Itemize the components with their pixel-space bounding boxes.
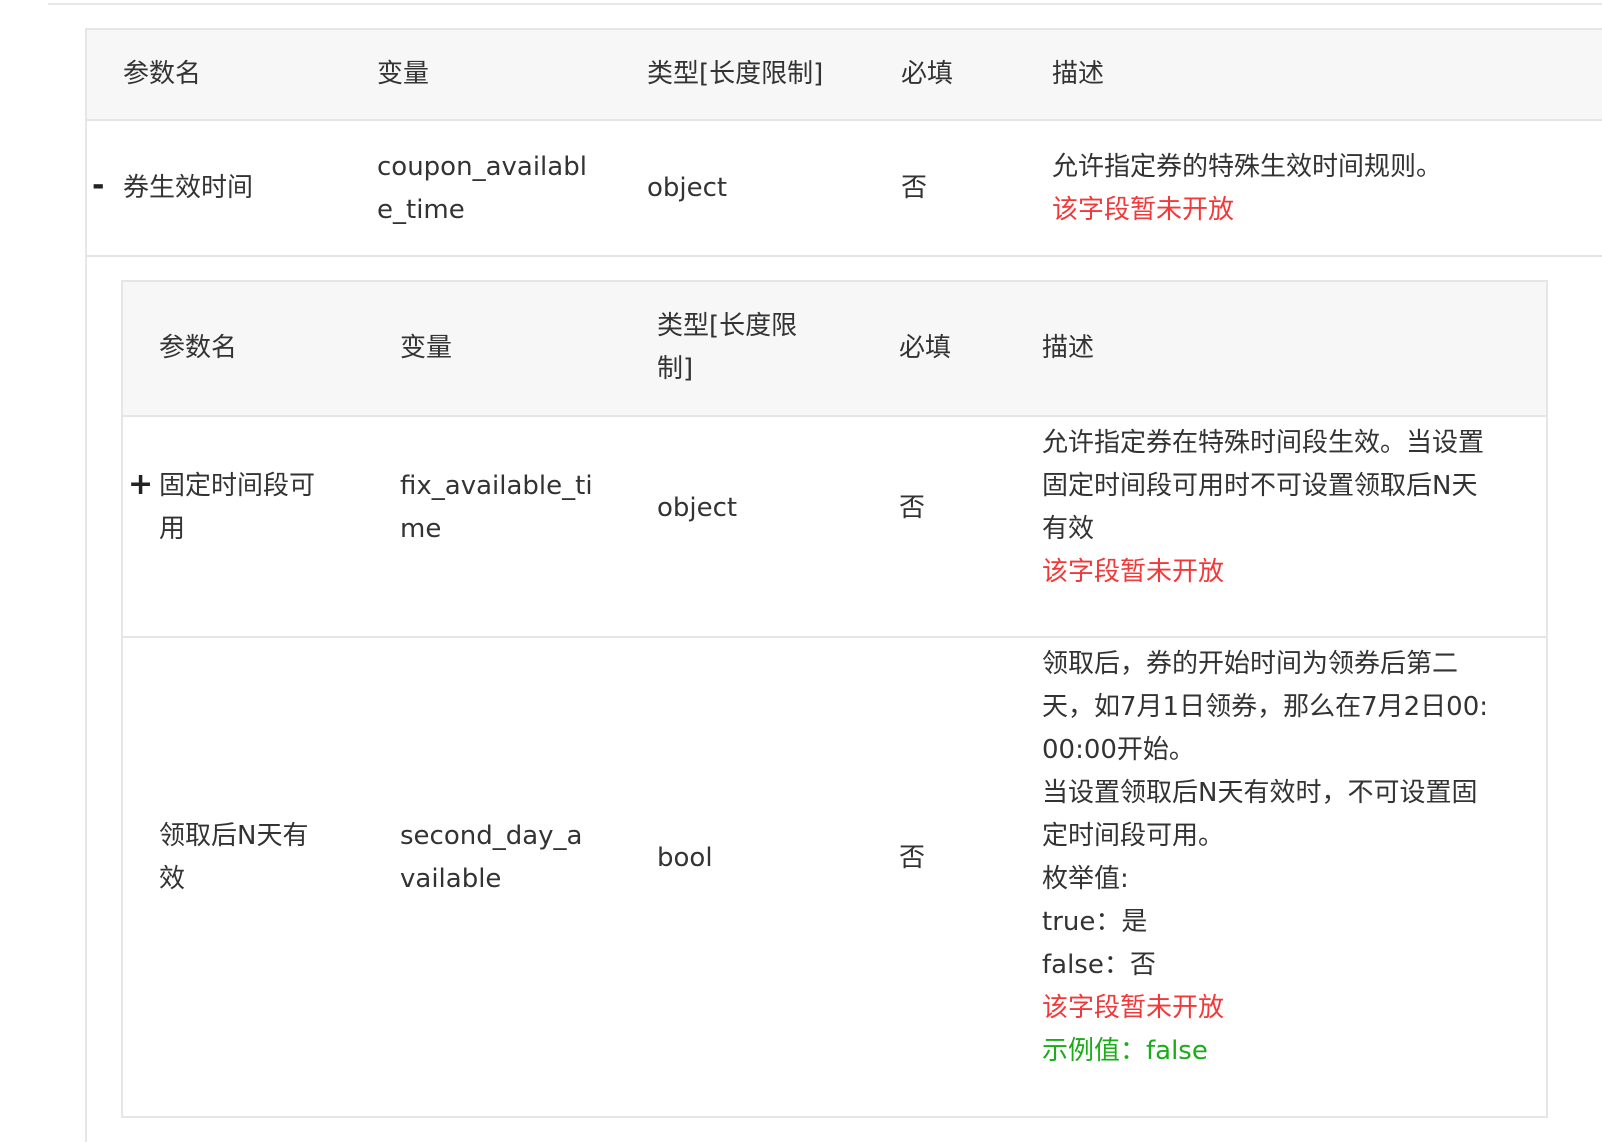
table-row-second-day-available: 领取后N天有 效 second_day_a vailable bool 否 领取…	[123, 638, 1546, 1118]
param-variable-line1: second_day_a	[400, 821, 583, 851]
param-type: object	[647, 173, 728, 203]
header-required: 必填	[901, 59, 954, 89]
param-description-line1: 领取后，券的开始时间为领券后第二	[1042, 649, 1459, 679]
param-description-line3: 00:00开始。	[1042, 735, 1195, 765]
header-description: 描述	[1052, 59, 1105, 89]
nested-header-variable: 变量	[400, 333, 453, 363]
param-description-line4: 当设置领取后N天有效时，不可设置固	[1042, 778, 1478, 808]
param-required: 否	[901, 173, 928, 203]
header-type: 类型[长度限制]	[647, 59, 824, 89]
header-variable: 变量	[377, 59, 430, 89]
nested-header-type-line1: 类型[长度限	[657, 311, 798, 341]
param-description-line1: 允许指定券在特殊时间段生效。当设置	[1042, 428, 1485, 458]
table-row-fix-available-time: + 固定时间段可 用 fix_available_ti me object 否 …	[123, 417, 1546, 638]
param-name-line2: 效	[159, 864, 186, 894]
param-description-line2: 固定时间段可用时不可设置领取后N天	[1042, 471, 1478, 501]
table-header: 参数名 变量 类型[长度限制] 必填 描述	[87, 30, 1602, 121]
nested-header-description: 描述	[1042, 333, 1095, 363]
header-name: 参数名	[123, 59, 202, 89]
nested-header-name: 参数名	[159, 333, 238, 363]
param-description-line3: 有效	[1042, 514, 1095, 544]
param-description-line5: 定时间段可用。	[1042, 821, 1225, 851]
table-row-coupon-available-time: - 券生效时间 coupon_availabl e_time object 否 …	[87, 121, 1602, 257]
top-divider	[48, 0, 1602, 5]
param-variable-line1: fix_available_ti	[400, 471, 593, 501]
param-description-line2: 天，如7月1日领券，那么在7月2日00:	[1042, 692, 1489, 722]
param-enum-true: true：是	[1042, 907, 1148, 937]
param-variable-line2: e_time	[377, 195, 465, 225]
param-notice: 该字段暂未开放	[1042, 557, 1225, 587]
expand-toggle-icon[interactable]: +	[128, 465, 153, 505]
nested-header-required: 必填	[899, 333, 952, 363]
param-required: 否	[899, 843, 926, 873]
param-notice: 该字段暂未开放	[1052, 195, 1235, 225]
param-variable-line2: me	[400, 514, 442, 544]
param-notice: 该字段暂未开放	[1042, 993, 1225, 1023]
param-example-value: 示例值：false	[1042, 1036, 1208, 1066]
param-type: object	[657, 493, 738, 523]
nested-table-header: 参数名 变量 类型[长度限 制] 必填 描述	[123, 282, 1546, 417]
param-name-line1: 固定时间段可	[159, 471, 316, 501]
param-variable-line2: vailable	[400, 864, 502, 894]
nested-params-table: 参数名 变量 类型[长度限 制] 必填 描述 + 固定时间段可 用 fix_av…	[121, 280, 1548, 1118]
param-required: 否	[899, 493, 926, 523]
param-enum-label: 枚举值:	[1042, 864, 1129, 894]
nested-header-type-line2: 制]	[657, 354, 694, 384]
param-type: bool	[657, 843, 713, 873]
param-variable-line1: coupon_availabl	[377, 152, 587, 182]
param-name-line2: 用	[159, 514, 186, 544]
param-enum-false: false：否	[1042, 950, 1156, 980]
collapse-toggle-icon[interactable]: -	[92, 166, 104, 206]
param-name: 券生效时间	[123, 173, 254, 203]
param-name-line1: 领取后N天有	[159, 821, 309, 851]
param-description: 允许指定券的特殊生效时间规则。	[1052, 152, 1443, 182]
